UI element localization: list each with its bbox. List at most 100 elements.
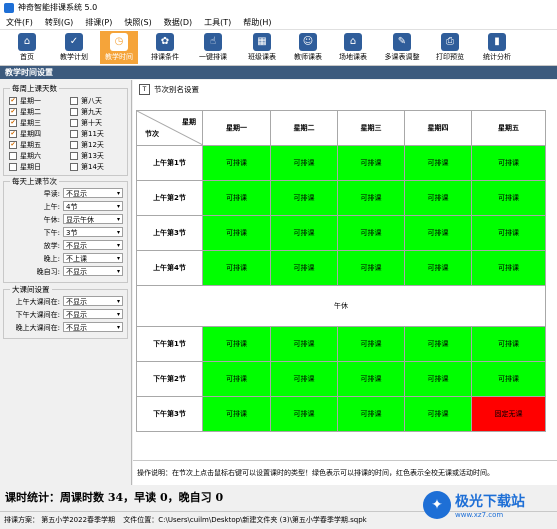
schedule-cell[interactable]: 可排课	[337, 250, 405, 286]
checkbox-box[interactable]	[70, 108, 78, 116]
checkbox-box[interactable]: ✔	[9, 108, 17, 116]
schedule-cell[interactable]: 可排课	[404, 250, 472, 286]
period-label[interactable]: 上午第1节	[136, 145, 203, 181]
schedule-cell[interactable]: 可排课	[337, 145, 405, 181]
checkbox-day[interactable]: ✔ 星期二	[9, 107, 41, 117]
menu-schedule[interactable]: 排课(P)	[79, 17, 118, 28]
toolbar-auto-schedule-button[interactable]: ☝ 一键排课	[195, 31, 231, 64]
checkbox-box[interactable]: ✔	[9, 97, 17, 105]
schedule-cell[interactable]: 可排课	[404, 361, 472, 397]
toolbar-statistics-button[interactable]: ▮ 统计分析	[479, 31, 515, 64]
checkbox-box[interactable]	[9, 163, 17, 171]
schedule-cell[interactable]: 可排课	[471, 180, 546, 216]
schedule-cell[interactable]: 可排课	[270, 326, 338, 362]
schedule-cell[interactable]: 可排课	[337, 180, 405, 216]
schedule-cell[interactable]: 可排课	[202, 180, 271, 216]
toolbar-teaching-time-button[interactable]: ◷ 教学时间	[100, 31, 138, 64]
toolbar-class-schedule-button[interactable]: ▦ 班级课表	[244, 31, 280, 64]
checkbox-day[interactable]: 星期六	[9, 151, 41, 161]
period-label[interactable]: 上午第3节	[136, 215, 203, 251]
schedule-cell[interactable]: 可排课	[471, 215, 546, 251]
schedule-cell[interactable]: 可排课	[471, 361, 546, 397]
toolbar-print-preview-button[interactable]: ⎙ 打印预览	[432, 31, 468, 64]
afternoon-break-select[interactable]: 不显示 ▾	[63, 309, 123, 319]
schedule-cell[interactable]: 可排课	[471, 250, 546, 286]
checkbox-day[interactable]: 第14天	[70, 162, 104, 172]
menu-snapshot[interactable]: 快照(S)	[118, 17, 157, 28]
morning-break-select[interactable]: 不显示 ▾	[63, 296, 123, 306]
schedule-cell[interactable]: 可排课	[471, 326, 546, 362]
menu-file[interactable]: 文件(F)	[0, 17, 39, 28]
schedule-cell[interactable]: 可排课	[404, 215, 472, 251]
schedule-cell[interactable]: 可排课	[270, 396, 338, 432]
checkbox-box[interactable]: ✔	[9, 119, 17, 127]
schedule-cell[interactable]: 可排课	[202, 361, 271, 397]
checkbox-box[interactable]	[70, 130, 78, 138]
checkbox-day[interactable]: 第12天	[70, 140, 104, 150]
checkbox-day[interactable]: ✔ 星期三	[9, 118, 41, 128]
schedule-cell[interactable]: 可排课	[202, 250, 271, 286]
period-label[interactable]: 上午第2节	[136, 180, 203, 216]
schedule-cell[interactable]: 可排课	[270, 145, 338, 181]
checkbox-box[interactable]	[70, 97, 78, 105]
evening-break-select[interactable]: 不显示 ▾	[63, 322, 123, 332]
checkbox-day[interactable]: 星期日	[9, 162, 41, 172]
menu-goto[interactable]: 转到(G)	[39, 17, 79, 28]
schedule-cell[interactable]: 可排课	[337, 215, 405, 251]
checkbox-day[interactable]: ✔ 星期四	[9, 129, 41, 139]
checkbox-day[interactable]: 第八天	[70, 96, 102, 106]
checkbox-box[interactable]	[70, 141, 78, 149]
toolbar-teacher-schedule-button[interactable]: ☺ 教师课表	[290, 31, 326, 64]
morning-reading-select[interactable]: 不显示 ▾	[63, 188, 123, 198]
schedule-cell[interactable]: 可排课	[270, 250, 338, 286]
menu-help[interactable]: 帮助(H)	[237, 17, 277, 28]
schedule-cell[interactable]: 可排课	[202, 215, 271, 251]
schedule-cell[interactable]: 可排课	[404, 396, 472, 432]
schedule-cell[interactable]: 可排课	[270, 180, 338, 216]
schedule-cell[interactable]: 可排课	[270, 361, 338, 397]
toolbar-conditions-button[interactable]: ✿ 排课条件	[147, 31, 183, 64]
period-label[interactable]: 上午第4节	[136, 250, 203, 286]
schedule-cell[interactable]: 可排课	[404, 145, 472, 181]
schedule-cell[interactable]: 可排课	[337, 361, 405, 397]
schedule-cell[interactable]: 可排课	[471, 145, 546, 181]
afternoon-periods-select[interactable]: 3节 ▾	[63, 227, 123, 237]
checkbox-box[interactable]	[70, 152, 78, 160]
schedule-cell[interactable]: 可排课	[404, 180, 472, 216]
period-label[interactable]: 下午第2节	[136, 361, 203, 397]
schedule-cell[interactable]: 可排课	[337, 326, 405, 362]
schedule-cell-blocked[interactable]: 固定无课	[471, 396, 546, 432]
schedule-cell[interactable]: 可排课	[270, 215, 338, 251]
schedule-cell[interactable]: 可排课	[202, 396, 271, 432]
noon-break-select[interactable]: 显示午休 ▾	[63, 214, 123, 224]
checkbox-day[interactable]: 第十天	[70, 118, 102, 128]
checkbox-day[interactable]: ✔ 星期一	[9, 96, 41, 106]
noon-break-label[interactable]: 午休	[136, 285, 546, 327]
checkbox-day[interactable]: 第九天	[70, 107, 102, 117]
toolbar-venue-schedule-button[interactable]: ⌂ 场地课表	[335, 31, 371, 64]
toolbar-home-button[interactable]: ⌂ 首页	[14, 31, 40, 64]
checkbox-box[interactable]	[70, 119, 78, 127]
schedule-cell[interactable]: 可排课	[202, 145, 271, 181]
menu-tools[interactable]: 工具(T)	[198, 17, 237, 28]
checkbox-box[interactable]	[9, 152, 17, 160]
menu-data[interactable]: 数据(D)	[158, 17, 198, 28]
checkbox-box[interactable]: ✔	[9, 141, 17, 149]
period-label[interactable]: 下午第1节	[136, 326, 203, 362]
checkbox-day[interactable]: ✔ 星期五	[9, 140, 41, 150]
schedule-cell[interactable]: 可排课	[404, 326, 472, 362]
evening-select[interactable]: 不上课 ▾	[63, 253, 123, 263]
schedule-cell[interactable]: 可排课	[337, 396, 405, 432]
dismissal-select[interactable]: 不显示 ▾	[63, 240, 123, 250]
period-label[interactable]: 下午第3节	[136, 396, 203, 432]
morning-periods-select[interactable]: 4节 ▾	[63, 201, 123, 211]
schedule-cell[interactable]: 可排课	[202, 326, 271, 362]
checkbox-box[interactable]: ✔	[9, 130, 17, 138]
checkbox-day[interactable]: 第11天	[70, 129, 104, 139]
checkbox-box[interactable]	[70, 163, 78, 171]
toolbar-multi-adjust-button[interactable]: ✎ 多课表调整	[380, 31, 424, 64]
toolbar-teaching-plan-button[interactable]: ✓ 教学计划	[56, 31, 92, 64]
alias-settings-button[interactable]: T 节次别名设置	[139, 84, 199, 95]
evening-study-select[interactable]: 不显示 ▾	[63, 266, 123, 276]
checkbox-day[interactable]: 第13天	[70, 151, 104, 161]
